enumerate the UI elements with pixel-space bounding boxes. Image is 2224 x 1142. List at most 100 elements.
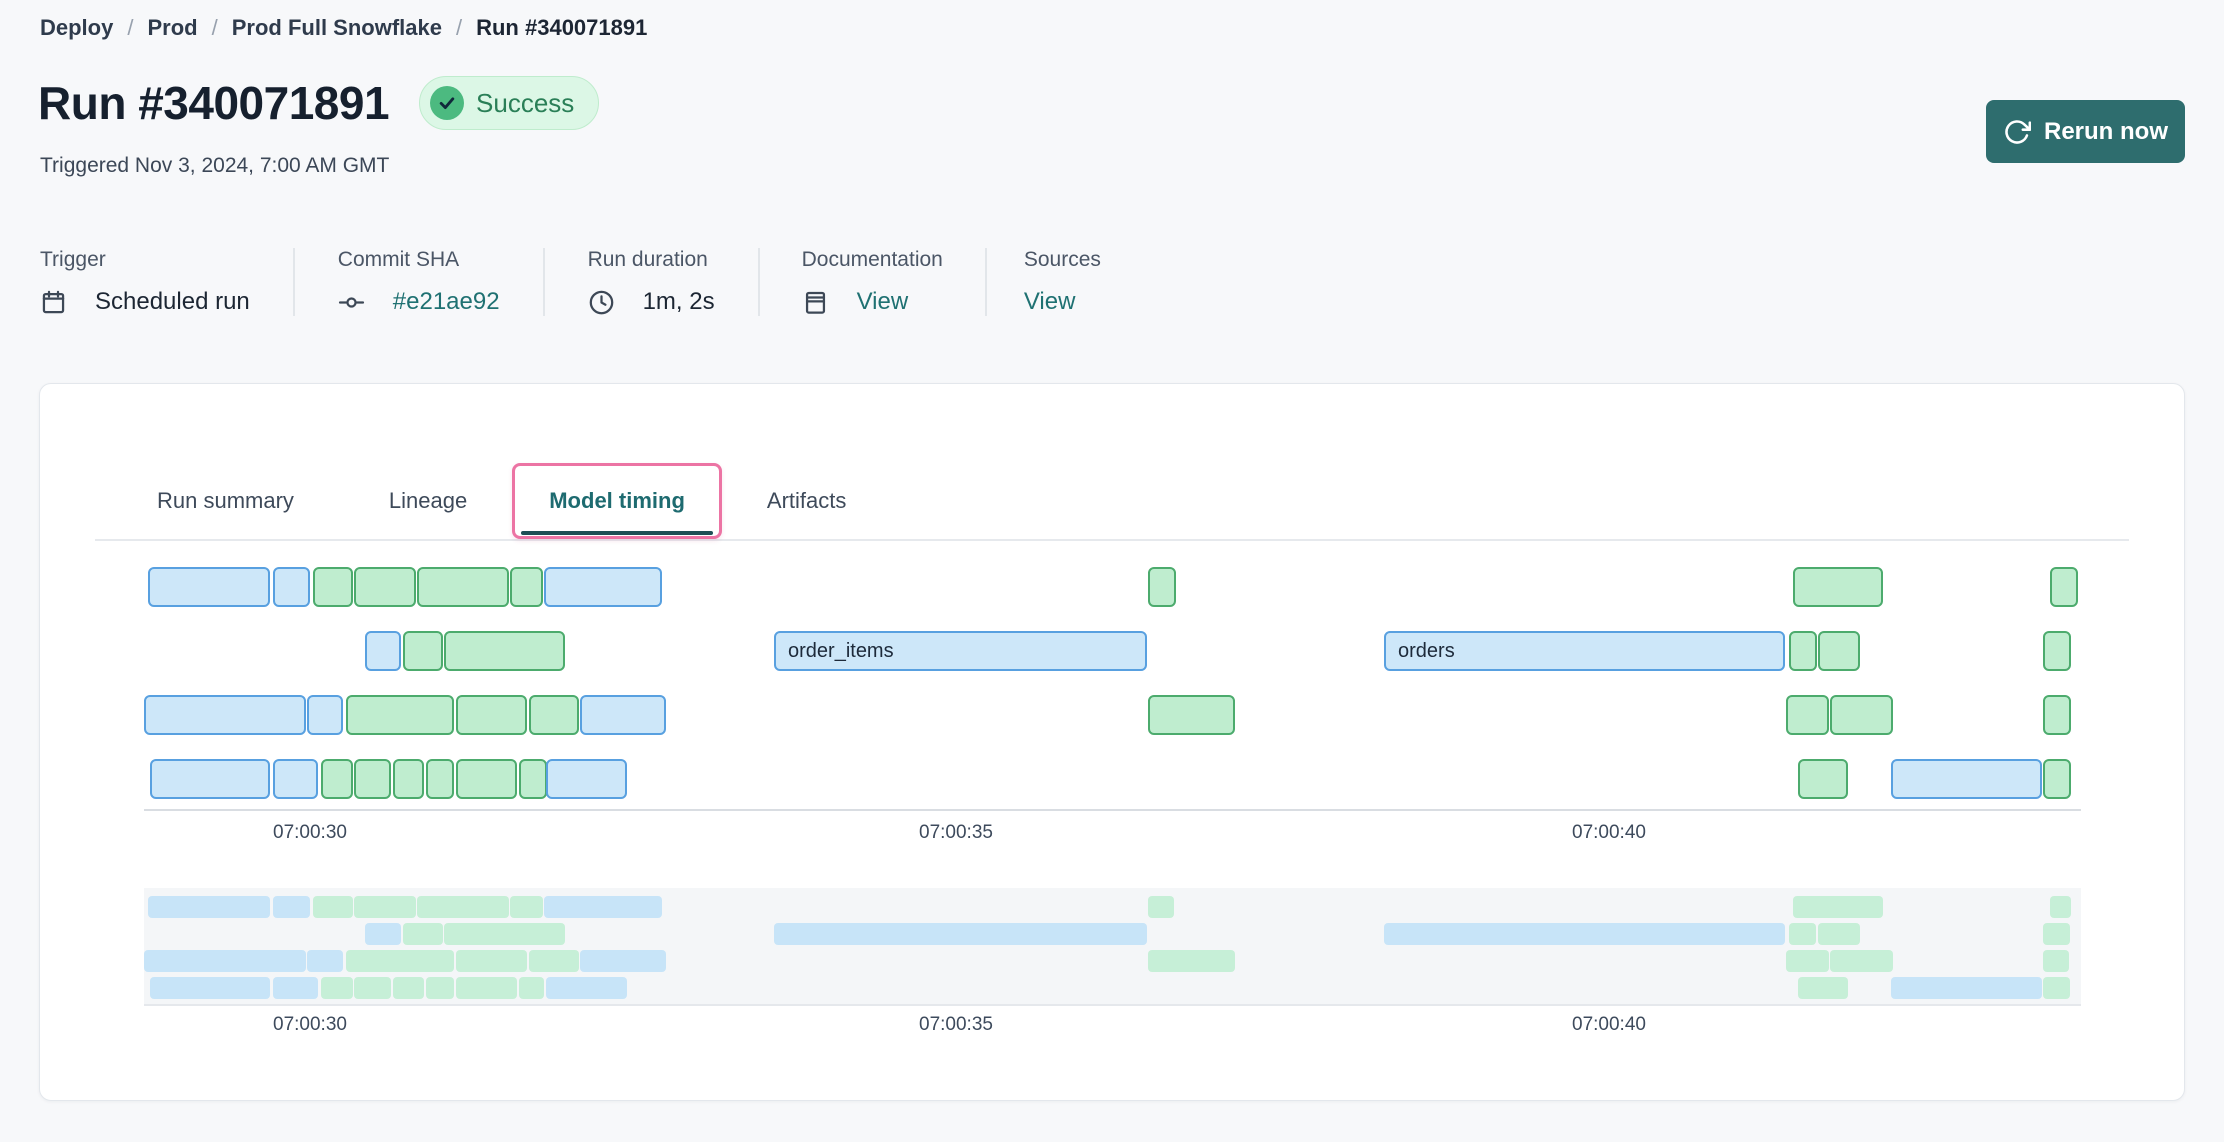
breadcrumb-item-prod[interactable]: Prod <box>147 15 197 41</box>
gantt-overview-brush[interactable] <box>144 888 2081 1006</box>
gantt-bar[interactable] <box>307 695 343 735</box>
gantt-bar[interactable] <box>321 759 353 799</box>
gantt-bar[interactable] <box>546 759 627 799</box>
tab-artifacts[interactable]: Artifacts <box>767 463 846 539</box>
clock-icon <box>588 289 629 316</box>
git-commit-icon <box>338 289 379 316</box>
status-badge: Success <box>419 76 599 130</box>
meta-value-sources: View <box>1024 288 1101 316</box>
gantt-bar[interactable] <box>510 567 543 607</box>
gantt-bar[interactable] <box>1793 567 1883 607</box>
overview-bar <box>456 977 517 999</box>
gantt-bar[interactable] <box>580 695 666 735</box>
meta-sources-value-text[interactable]: View <box>1024 288 1076 316</box>
page-title: Run #340071891 <box>38 76 389 130</box>
tab-run-summary[interactable]: Run summary <box>157 463 294 539</box>
breadcrumb-separator: / <box>456 15 462 41</box>
overview-bar <box>1830 950 1893 972</box>
overview-bar <box>529 950 579 972</box>
gantt-bar[interactable] <box>1789 631 1817 671</box>
overview-axis-tick-07-00-40: 07:00:40 <box>1572 1014 1646 1036</box>
gantt-bar[interactable] <box>1830 695 1893 735</box>
gantt-bar[interactable] <box>273 759 318 799</box>
overview-bar <box>580 950 666 972</box>
gantt-bar[interactable] <box>144 695 306 735</box>
overview-bar <box>354 977 391 999</box>
gantt-bar[interactable] <box>529 695 579 735</box>
gantt-bar[interactable] <box>365 631 401 671</box>
axis-tick-07-00-30: 07:00:30 <box>273 822 347 844</box>
overview-bar <box>456 950 527 972</box>
overview-bar <box>1818 923 1860 945</box>
overview-bar <box>365 923 401 945</box>
gantt-bar[interactable] <box>150 759 270 799</box>
rerun-now-label: Rerun now <box>2044 118 2168 146</box>
gantt-bar[interactable] <box>2043 631 2071 671</box>
meta-label-documentation: Documentation <box>802 248 943 272</box>
overview-bar <box>393 977 424 999</box>
overview-bar <box>2043 977 2070 999</box>
overview-bar <box>148 896 270 918</box>
gantt-bar[interactable] <box>426 759 454 799</box>
overview-bar <box>1798 977 1848 999</box>
gantt-bar[interactable] <box>417 567 509 607</box>
breadcrumb-item-prod-full-snowflake[interactable]: Prod Full Snowflake <box>232 15 442 41</box>
overview-time-axis: 07:00:3007:00:3507:00:40 <box>144 1014 2081 1040</box>
overview-bar <box>444 923 565 945</box>
run-detail-card: Run summaryLineageModel timingArtifacts … <box>39 383 2185 1101</box>
gantt-bar[interactable] <box>354 759 391 799</box>
gantt-bar[interactable] <box>1148 567 1176 607</box>
overview-bar <box>2043 950 2069 972</box>
overview-bar <box>403 923 443 945</box>
refresh-icon <box>2003 118 2031 146</box>
gantt-bar[interactable] <box>403 631 443 671</box>
rerun-now-button[interactable]: Rerun now <box>1986 100 2185 163</box>
overview-bar <box>313 896 353 918</box>
gantt-bar[interactable] <box>346 695 454 735</box>
gantt-bar[interactable] <box>444 631 565 671</box>
gantt-bar-order-items[interactable]: order_items <box>774 631 1147 671</box>
gantt-bar[interactable] <box>1818 631 1860 671</box>
breadcrumb-item-deploy[interactable]: Deploy <box>40 15 113 41</box>
gantt-bar[interactable] <box>456 695 527 735</box>
selected-tab-highlight-box: Model timing <box>512 463 722 539</box>
meta-documentation-value-text[interactable]: View <box>857 288 909 316</box>
overview-axis-tick-07-00-30: 07:00:30 <box>273 1014 347 1036</box>
overview-bar <box>346 950 454 972</box>
breadcrumb-separator: / <box>212 15 218 41</box>
gantt-bar[interactable] <box>456 759 517 799</box>
overview-bar <box>273 977 318 999</box>
overview-bar <box>273 896 310 918</box>
gantt-bar[interactable] <box>519 759 547 799</box>
overview-bar <box>321 977 353 999</box>
gantt-bar[interactable] <box>148 567 270 607</box>
meta-label-commit-sha: Commit SHA <box>338 248 500 272</box>
gantt-bar[interactable] <box>354 567 416 607</box>
gantt-bar[interactable] <box>1891 759 2042 799</box>
gantt-bar[interactable] <box>393 759 424 799</box>
gantt-bar[interactable] <box>1798 759 1848 799</box>
gantt-bar[interactable] <box>2050 567 2078 607</box>
gantt-bar[interactable] <box>1148 695 1235 735</box>
gantt-bar[interactable] <box>2043 695 2071 735</box>
meta-run-duration-value-text: 1m, 2s <box>643 288 715 316</box>
gantt-bar[interactable] <box>313 567 353 607</box>
run-meta-row: TriggerScheduled runCommit SHA#e21ae92Ru… <box>40 248 1101 316</box>
tab-lineage[interactable]: Lineage <box>389 463 467 539</box>
gantt-bar[interactable] <box>544 567 662 607</box>
gantt-bar[interactable] <box>273 567 310 607</box>
run-detail-page: Deploy/Prod/Prod Full Snowflake/Run #340… <box>0 0 2224 1142</box>
overview-bar-order-items <box>774 923 1147 945</box>
tab-model-timing[interactable]: Model timing <box>549 488 685 514</box>
gantt-bar-orders[interactable]: orders <box>1384 631 1785 671</box>
meta-value-documentation: View <box>802 288 943 316</box>
overview-bar <box>2050 896 2071 918</box>
overview-bar <box>1789 923 1816 945</box>
overview-bar <box>519 977 544 999</box>
calendar-icon <box>40 289 81 316</box>
meta-commit-sha-value-text[interactable]: #e21ae92 <box>393 288 500 316</box>
overview-bar <box>2043 923 2070 945</box>
gantt-bar[interactable] <box>2043 759 2071 799</box>
overview-bar <box>1148 950 1235 972</box>
gantt-bar[interactable] <box>1786 695 1829 735</box>
